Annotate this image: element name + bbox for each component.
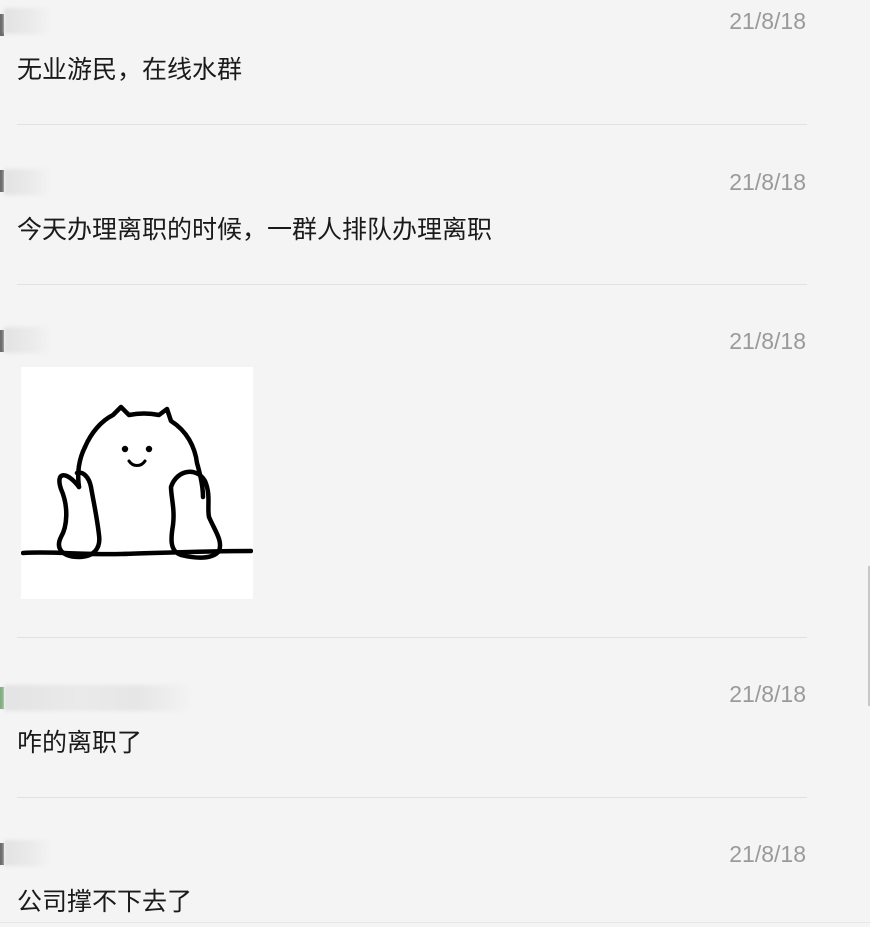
message-date: 21/8/18	[729, 169, 806, 195]
sender-name-redacted	[4, 327, 52, 353]
message-item: 21/8/18 无业游民，在线水群	[0, 0, 808, 125]
sender-name-redacted	[4, 8, 52, 34]
message-text: 今天办理离职的时候，一群人排队办理离职	[17, 215, 493, 244]
message-item: 21/8/18 咋的离职了	[0, 638, 808, 798]
bottom-border	[0, 922, 870, 923]
message-item: 21/8/18 今天办理离职的时候，一群人排队办理离职	[0, 125, 808, 285]
message-text: 公司撑不下去了	[17, 887, 193, 916]
message-item: 21/8/18 公司撑不下去了	[0, 798, 808, 923]
message-text: 咋的离职了	[17, 728, 143, 757]
message-date: 21/8/18	[729, 841, 806, 867]
message-date: 21/8/18	[729, 8, 806, 34]
cat-leaning-sticker-icon	[20, 404, 254, 560]
cat-sticker-image[interactable]	[20, 367, 254, 599]
sender-name-redacted	[4, 840, 52, 866]
message-date: 21/8/18	[729, 328, 806, 354]
message-date: 21/8/18	[729, 681, 806, 707]
message-text: 无业游民，在线水群	[17, 55, 243, 84]
chat-history-panel: 21/8/18 无业游民，在线水群 21/8/18 今天办理离职的时候，一群人排…	[0, 0, 870, 927]
sender-name-redacted	[4, 685, 194, 711]
sender-name-redacted	[4, 169, 52, 195]
